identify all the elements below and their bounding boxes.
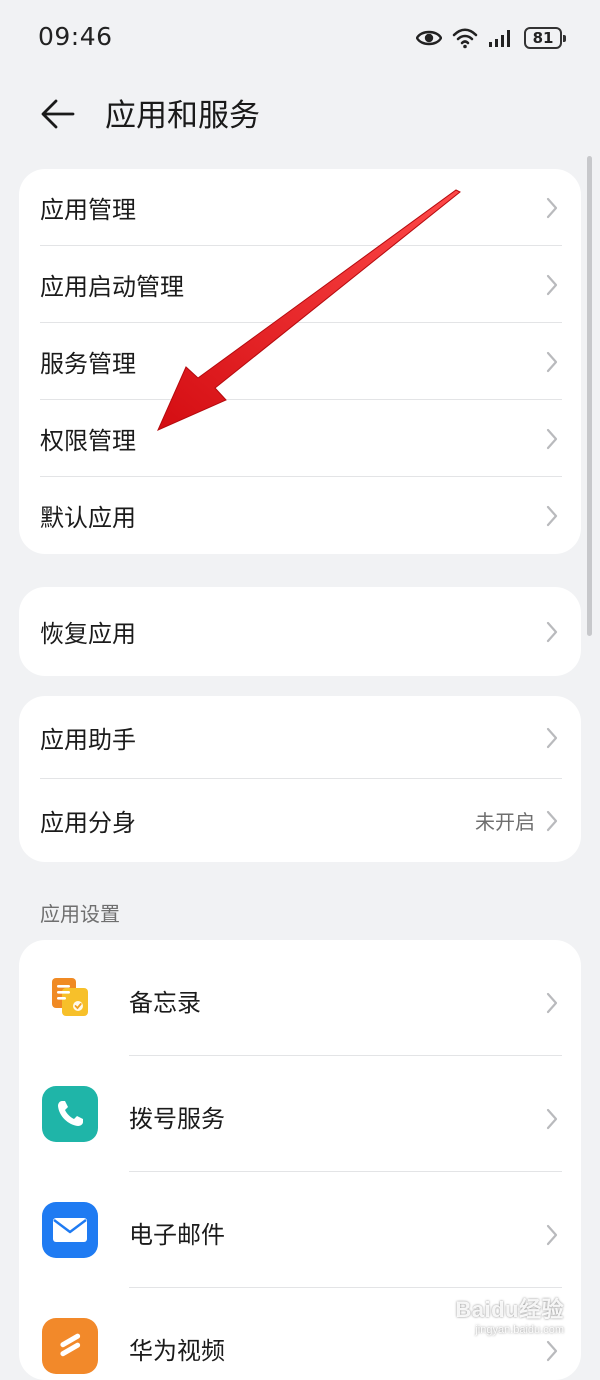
phone-icon xyxy=(42,1086,98,1142)
back-button[interactable] xyxy=(28,86,88,146)
chevron-right-icon xyxy=(546,197,558,218)
menu-item-app-assistant[interactable]: 应用助手 xyxy=(19,696,581,779)
chevron-right-icon xyxy=(546,1108,558,1130)
app-twin-status: 未开启 xyxy=(475,810,535,834)
app-item-email[interactable]: 电子邮件 xyxy=(19,1172,581,1288)
menu-item-service-management[interactable]: 服务管理 xyxy=(19,323,581,400)
header: 应用和服务 xyxy=(0,76,600,152)
menu-item-permission-management[interactable]: 权限管理 xyxy=(19,400,581,477)
chevron-right-icon xyxy=(546,1224,558,1246)
scrollbar[interactable] xyxy=(587,156,592,636)
menu-item-label: 权限管理 xyxy=(40,427,136,455)
eye-icon xyxy=(416,28,442,48)
menu-item-default-apps[interactable]: 默认应用 xyxy=(19,477,581,554)
menu-item-label: 服务管理 xyxy=(40,350,136,378)
restore-apps-card: 恢复应用 xyxy=(19,587,581,676)
chevron-right-icon xyxy=(546,428,558,449)
app-item-dialer[interactable]: 拨号服务 xyxy=(19,1056,581,1172)
watermark-url: jingyan.baidu.com xyxy=(475,1324,564,1336)
menu-item-label: 应用助手 xyxy=(40,726,136,754)
status-bar: 09:46 81 xyxy=(0,0,600,76)
app-item-label: 电子邮件 xyxy=(129,1221,225,1249)
signal-icon xyxy=(488,28,514,48)
chevron-right-icon xyxy=(546,505,558,526)
menu-item-label: 应用启动管理 xyxy=(40,273,184,301)
app-assistant-card: 应用助手 应用分身 未开启 xyxy=(19,696,581,862)
section-title-app-settings: 应用设置 xyxy=(40,902,120,926)
menu-item-app-twin[interactable]: 应用分身 未开启 xyxy=(19,779,581,862)
chevron-right-icon xyxy=(546,810,558,831)
page-title: 应用和服务 xyxy=(105,98,260,134)
wifi-icon xyxy=(452,27,478,49)
chevron-right-icon xyxy=(546,351,558,372)
menu-item-label: 应用管理 xyxy=(40,196,136,224)
chevron-right-icon xyxy=(546,727,558,748)
app-item-label: 备忘录 xyxy=(129,989,201,1017)
back-arrow-icon xyxy=(41,99,75,133)
menu-item-label: 应用分身 xyxy=(40,809,136,837)
app-item-label: 华为视频 xyxy=(129,1337,225,1365)
chevron-right-icon xyxy=(546,621,558,642)
video-icon xyxy=(42,1318,98,1374)
notepad-icon xyxy=(42,970,98,1026)
mail-icon xyxy=(42,1202,98,1258)
menu-item-restore-apps[interactable]: 恢复应用 xyxy=(19,587,581,676)
watermark-brand: Baidu经验 xyxy=(455,1297,564,1322)
chevron-right-icon xyxy=(546,1340,558,1362)
app-item-label: 拨号服务 xyxy=(129,1105,225,1133)
menu-item-app-launch[interactable]: 应用启动管理 xyxy=(19,246,581,323)
app-management-card: 应用管理 应用启动管理 服务管理 权限管理 默认应用 xyxy=(19,169,581,554)
battery-icon: 81 xyxy=(524,27,566,49)
chevron-right-icon xyxy=(546,274,558,295)
chevron-right-icon xyxy=(546,992,558,1014)
menu-item-label: 默认应用 xyxy=(40,504,136,532)
watermark: Baidu经验 jingyan.baidu.com xyxy=(455,1292,564,1336)
menu-item-label: 恢复应用 xyxy=(40,620,136,648)
app-item-notepad[interactable]: 备忘录 xyxy=(19,940,581,1056)
status-time: 09:46 xyxy=(38,22,113,51)
status-icons: 81 xyxy=(416,24,566,52)
menu-item-app-management[interactable]: 应用管理 xyxy=(19,169,581,246)
